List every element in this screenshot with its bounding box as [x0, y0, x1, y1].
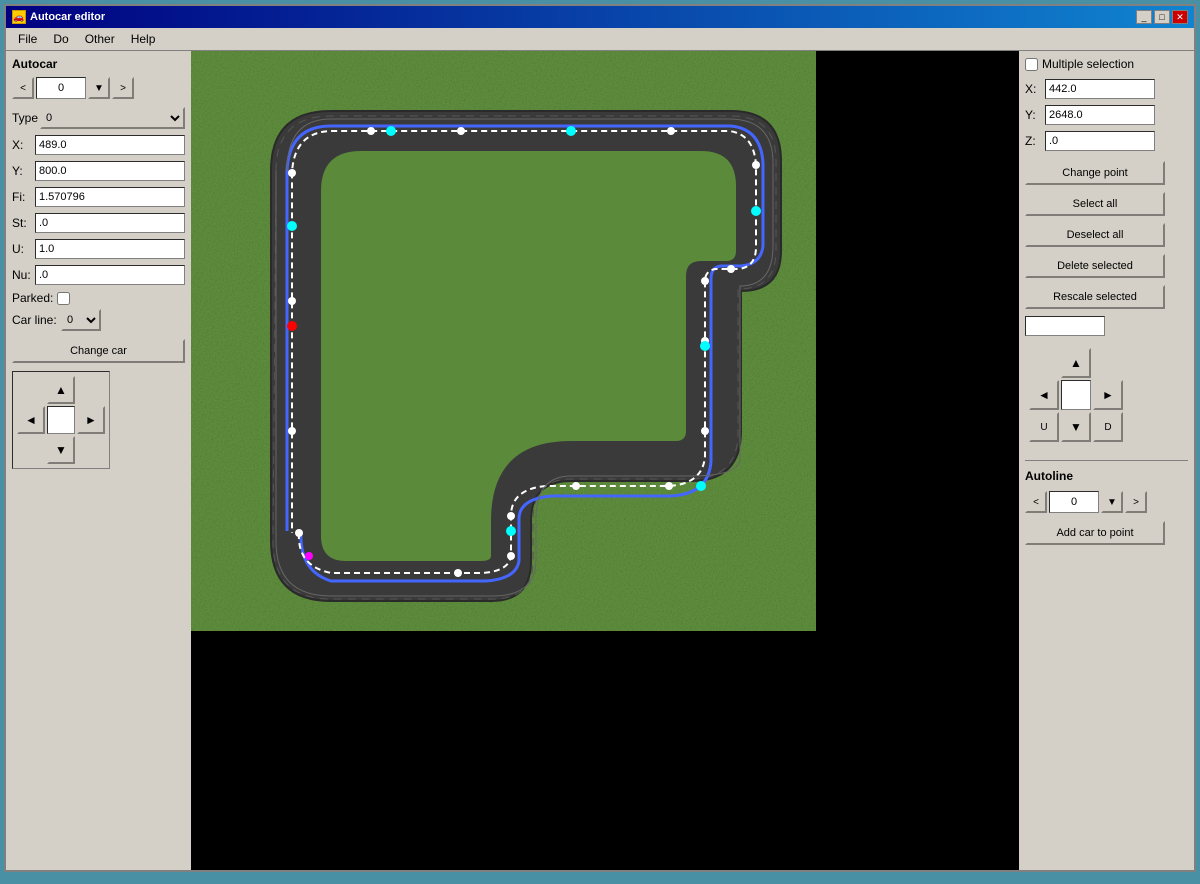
x-row: X:	[12, 135, 185, 155]
titlebar: 🚗 Autocar editor _ □ ✕	[6, 6, 1194, 28]
type-row: Type 0	[12, 107, 185, 129]
delete-selected-button[interactable]: Delete selected	[1025, 254, 1165, 278]
right-y-input[interactable]	[1045, 105, 1155, 125]
parked-row: Parked:	[12, 291, 185, 305]
carline-label: Car line:	[12, 313, 57, 327]
parked-checkbox[interactable]	[57, 292, 70, 305]
fi-label: Fi:	[12, 190, 35, 204]
right-panel: Multiple selection X: Y: Z: Change point…	[1019, 51, 1194, 870]
multiple-selection-row: Multiple selection	[1025, 57, 1188, 71]
multiple-selection-label: Multiple selection	[1042, 57, 1134, 71]
right-nav-down-button[interactable]: ▼	[1061, 412, 1091, 442]
nav-down-button[interactable]: ▼	[47, 436, 75, 464]
deselect-all-button[interactable]: Deselect all	[1025, 223, 1165, 247]
rescale-value-input[interactable]	[1025, 316, 1105, 336]
autoline-spin-left-button[interactable]: <	[1025, 491, 1047, 513]
minimize-button[interactable]: _	[1136, 10, 1152, 24]
fi-input[interactable]	[35, 187, 185, 207]
center-area	[191, 51, 1019, 870]
nu-label: Nu:	[12, 268, 35, 282]
right-z-label: Z:	[1025, 134, 1045, 148]
carline-row: Car line: 0	[12, 309, 185, 331]
autoline-spin-dropdown-button[interactable]: ▼	[1101, 491, 1123, 513]
nu-input[interactable]	[35, 265, 185, 285]
change-point-button[interactable]: Change point	[1025, 161, 1165, 185]
u-input[interactable]	[35, 239, 185, 259]
window-icon: 🚗	[12, 10, 26, 24]
nu-row: Nu:	[12, 265, 185, 285]
autocar-spinner: < ▼ >	[12, 77, 185, 99]
right-x-label: X:	[1025, 82, 1045, 96]
spin-left-button[interactable]: <	[12, 77, 34, 99]
maximize-button[interactable]: □	[1154, 10, 1170, 24]
nav-up-button[interactable]: ▲	[47, 376, 75, 404]
right-nav-left-button[interactable]: ◄	[1029, 380, 1059, 410]
nav-left-button[interactable]: ◄	[17, 406, 45, 434]
st-label: St:	[12, 216, 35, 230]
spin-right-button[interactable]: >	[112, 77, 134, 99]
menu-file[interactable]: File	[10, 30, 45, 48]
spin-input[interactable]	[36, 77, 86, 99]
right-nav-downright-button[interactable]: D	[1093, 412, 1123, 442]
u-row: U:	[12, 239, 185, 259]
st-input[interactable]	[35, 213, 185, 233]
autoline-spinner: < ▼ >	[1025, 491, 1188, 513]
autoline-spin-input[interactable]	[1049, 491, 1099, 513]
menu-help[interactable]: Help	[123, 30, 164, 48]
nav-pad: ▲ ◄ ► ▼	[12, 371, 110, 469]
nav-right-button[interactable]: ►	[77, 406, 105, 434]
rescale-selected-button[interactable]: Rescale selected	[1025, 285, 1165, 309]
x-input[interactable]	[35, 135, 185, 155]
autoline-spin-right-button[interactable]: >	[1125, 491, 1147, 513]
right-nav-up-button[interactable]: ▲	[1061, 348, 1091, 378]
type-label: Type	[12, 111, 40, 125]
menu-do[interactable]: Do	[45, 30, 76, 48]
st-row: St:	[12, 213, 185, 233]
track-canvas[interactable]	[191, 51, 816, 631]
x-label: X:	[12, 138, 35, 152]
right-nav-right-button[interactable]: ►	[1093, 380, 1123, 410]
right-nav-center	[1061, 380, 1091, 410]
menubar: File Do Other Help	[6, 28, 1194, 51]
right-x-input[interactable]	[1045, 79, 1155, 99]
y-row: Y:	[12, 161, 185, 181]
right-x-row: X:	[1025, 79, 1188, 99]
add-car-to-point-button[interactable]: Add car to point	[1025, 521, 1165, 545]
change-car-button[interactable]: Change car	[12, 339, 185, 363]
window-title: Autocar editor	[30, 11, 105, 23]
right-nav-upleft-button[interactable]: U	[1029, 412, 1059, 442]
autocar-label: Autocar	[12, 57, 185, 71]
autoline-label: Autoline	[1025, 469, 1188, 483]
right-y-label: Y:	[1025, 108, 1045, 122]
right-z-input[interactable]	[1045, 131, 1155, 151]
right-nav-pad: ▲ ◄ ► U ▼ D	[1025, 344, 1127, 446]
y-label: Y:	[12, 164, 35, 178]
type-select[interactable]: 0	[40, 107, 185, 129]
menu-other[interactable]: Other	[77, 30, 123, 48]
close-button[interactable]: ✕	[1172, 10, 1188, 24]
nav-center	[47, 406, 75, 434]
u-label: U:	[12, 242, 35, 256]
multiple-selection-checkbox[interactable]	[1025, 58, 1038, 71]
right-z-row: Z:	[1025, 131, 1188, 151]
parked-label: Parked:	[12, 291, 53, 305]
select-all-button[interactable]: Select all	[1025, 192, 1165, 216]
right-y-row: Y:	[1025, 105, 1188, 125]
carline-select[interactable]: 0	[61, 309, 101, 331]
y-input[interactable]	[35, 161, 185, 181]
left-panel: Autocar < ▼ > Type 0 X: Y	[6, 51, 191, 870]
fi-row: Fi:	[12, 187, 185, 207]
spin-dropdown-button[interactable]: ▼	[88, 77, 110, 99]
